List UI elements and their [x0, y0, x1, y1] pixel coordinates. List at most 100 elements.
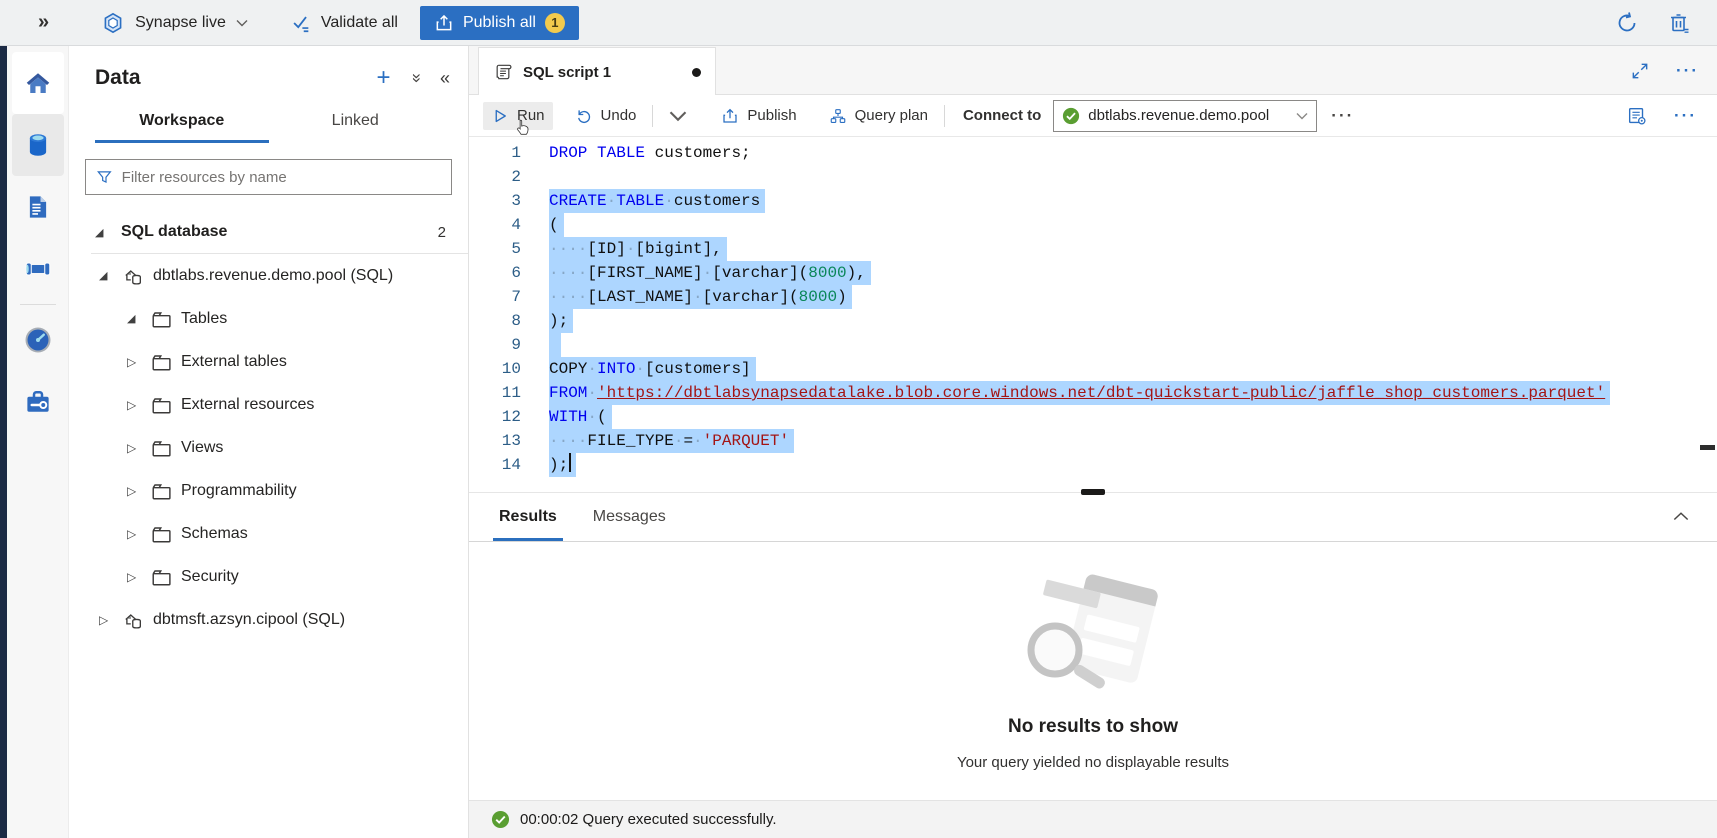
tree-item-tables[interactable]: Tables: [69, 297, 468, 340]
expander-icon[interactable]: [127, 484, 141, 498]
panel-resize-handle[interactable]: [1081, 489, 1105, 495]
expander-icon[interactable]: [127, 570, 141, 584]
collapse-results-icon[interactable]: [1671, 507, 1691, 527]
code-line-text[interactable]: FROM·'https://dbtlabsynapsedatalake.blob…: [549, 381, 1610, 405]
empty-results-subtitle: Your query yielded no displayable result…: [957, 754, 1229, 771]
tree-item-dbtlabs-pool[interactable]: dbtlabs.revenue.demo.pool (SQL): [69, 254, 468, 297]
expand-editor-icon[interactable]: [1630, 61, 1650, 81]
code-line-text[interactable]: WITH·(: [549, 405, 612, 429]
validate-all-button[interactable]: Validate all: [290, 12, 398, 34]
expander-icon[interactable]: [127, 312, 141, 325]
tree-section-sql-database[interactable]: SQL database 2: [69, 211, 468, 253]
code-line[interactable]: 6····[FIRST_NAME]·[varchar](8000),: [469, 261, 1717, 285]
window-edge: [0, 46, 7, 838]
tree-item-dbtmsft-pool[interactable]: dbtmsft.azsyn.cipool (SQL): [69, 598, 468, 641]
properties-icon[interactable]: [1626, 105, 1648, 127]
code-line-text[interactable]: ····FILE_TYPE·=·'PARQUET': [549, 429, 794, 453]
expander-icon[interactable]: [127, 441, 141, 455]
undo-button[interactable]: Undo: [567, 102, 645, 130]
query-plan-button[interactable]: Query plan: [821, 102, 936, 130]
code-line[interactable]: 2: [469, 165, 1717, 189]
nav-monitor[interactable]: [12, 309, 64, 371]
tab-sql-script-1[interactable]: SQL script 1: [478, 47, 716, 96]
code-line[interactable]: 1DROP TABLE customers;: [469, 141, 1717, 165]
expander-icon[interactable]: [99, 613, 113, 627]
expander-icon[interactable]: [127, 355, 141, 369]
expander-icon[interactable]: [99, 269, 113, 282]
filter-input[interactable]: [122, 169, 441, 186]
tree-item-programmability[interactable]: Programmability: [69, 469, 468, 512]
publish-button[interactable]: Publish: [713, 102, 804, 130]
undo-redo-dropdown[interactable]: [661, 102, 695, 130]
code-line-text[interactable]: ····[ID]·[bigint],: [549, 237, 727, 261]
line-number: 2: [469, 165, 521, 189]
code-line[interactable]: 7····[LAST_NAME]·[varchar](8000): [469, 285, 1717, 309]
nav-develop[interactable]: [12, 176, 64, 238]
line-number: 11: [469, 381, 521, 405]
code-line[interactable]: 5····[ID]·[bigint],: [469, 237, 1717, 261]
scrollbar-thumb[interactable]: [1700, 445, 1715, 450]
nav-manage[interactable]: [12, 371, 64, 433]
unsaved-dot: [692, 68, 701, 77]
refresh-icon[interactable]: [1615, 11, 1639, 35]
code-line-text[interactable]: [549, 333, 561, 357]
toolbar-more-actions[interactable]: ···: [1331, 106, 1354, 126]
data-cylinder-icon: [23, 130, 53, 160]
pool-selector-dropdown[interactable]: dbtlabs.revenue.demo.pool: [1053, 100, 1317, 132]
tree-item-schemas[interactable]: Schemas: [69, 512, 468, 555]
code-line-text[interactable]: CREATE·TABLE·customers: [549, 189, 765, 213]
environment-switcher[interactable]: Synapse live: [101, 11, 248, 35]
code-line[interactable]: 14);: [469, 453, 1717, 477]
code-line[interactable]: 10COPY·INTO·[customers]: [469, 357, 1717, 381]
expand-panel-chevrons[interactable]: »: [38, 11, 49, 34]
tree-item-label: Tables: [181, 310, 227, 328]
code-line-text[interactable]: ····[LAST_NAME]·[varchar](8000): [549, 285, 852, 309]
code-line[interactable]: 9: [469, 333, 1717, 357]
code-line[interactable]: 12 WITH·(: [469, 405, 1717, 429]
expander-icon[interactable]: [95, 226, 109, 239]
tab-title: SQL script 1: [523, 64, 611, 81]
tab-messages[interactable]: Messages: [587, 508, 672, 541]
filter-box[interactable]: [85, 159, 452, 195]
code-line-text[interactable]: DROP TABLE customers;: [549, 141, 751, 165]
collapse-panel-icon[interactable]: «: [440, 68, 450, 89]
code-line[interactable]: 11 FROM·'https://dbtlabsynapsedatalake.bl…: [469, 381, 1717, 405]
code-line[interactable]: 13····FILE_TYPE·=·'PARQUET': [469, 429, 1717, 453]
add-resource-button[interactable]: +: [377, 66, 391, 90]
tree-item-security[interactable]: Security: [69, 555, 468, 598]
tab-more-actions[interactable]: ···: [1676, 61, 1699, 81]
nav-home[interactable]: [12, 52, 64, 114]
query-status-bar: 00:00:02 Query executed successfully.: [469, 800, 1717, 838]
tree-item-external-resources[interactable]: External resources: [69, 383, 468, 426]
code-line-text[interactable]: );: [549, 453, 576, 477]
expander-icon[interactable]: [127, 398, 141, 412]
tab-linked[interactable]: Linked: [269, 104, 443, 143]
folder-icon: [151, 309, 171, 329]
sql-code-editor[interactable]: 1DROP TABLE customers;23CREATE·TABLE·cus…: [469, 137, 1717, 492]
code-line-text[interactable]: ····[FIRST_NAME]·[varchar](8000),: [549, 261, 871, 285]
publish-all-button[interactable]: Publish all 1: [420, 6, 579, 40]
tab-workspace[interactable]: Workspace: [95, 104, 269, 143]
toolbar-separator: [944, 105, 945, 127]
tab-results[interactable]: Results: [493, 508, 563, 541]
code-line[interactable]: 3CREATE·TABLE·customers: [469, 189, 1717, 213]
manage-toolbox-icon: [23, 387, 53, 417]
nav-data[interactable]: [12, 114, 64, 176]
commandbar-more-actions[interactable]: ···: [1674, 106, 1697, 126]
code-line-text[interactable]: COPY·INTO·[customers]: [549, 357, 756, 381]
expander-icon[interactable]: [127, 527, 141, 541]
text-caret: [569, 453, 571, 472]
code-line[interactable]: 4(: [469, 213, 1717, 237]
tree-item-label: Security: [181, 568, 239, 586]
nav-integrate[interactable]: [12, 238, 64, 300]
query-plan-label: Query plan: [855, 107, 928, 124]
tree-item-views[interactable]: Views: [69, 426, 468, 469]
discard-trash-icon[interactable]: [1667, 11, 1691, 35]
tree-item-external-tables[interactable]: External tables: [69, 340, 468, 383]
code-line-text[interactable]: (: [549, 213, 564, 237]
code-line[interactable]: 8);: [469, 309, 1717, 333]
code-line-text[interactable]: );: [549, 309, 573, 333]
collapse-all-icon[interactable]: «: [405, 73, 425, 82]
connect-to-label: Connect to: [963, 107, 1041, 124]
line-number: 12: [469, 405, 521, 429]
